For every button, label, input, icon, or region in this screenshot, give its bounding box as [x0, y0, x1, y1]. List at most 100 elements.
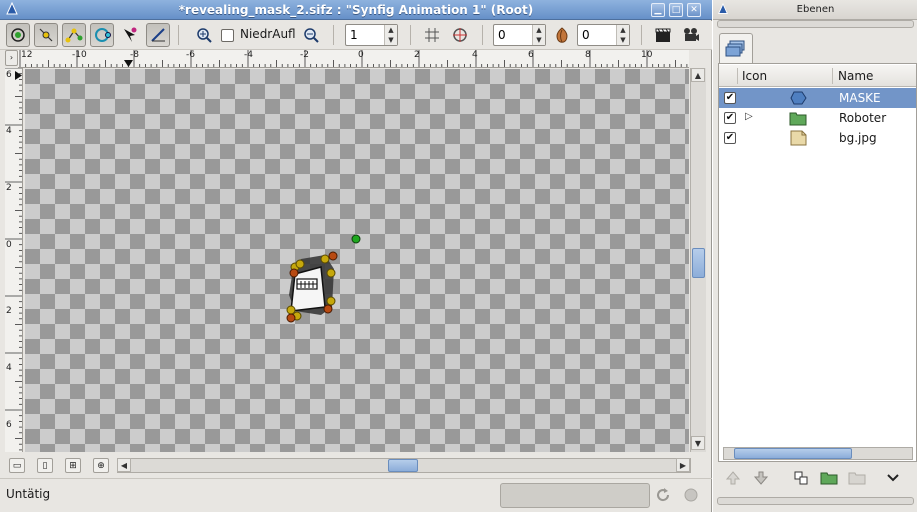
- onion-past-spinbox[interactable]: ▲▼: [493, 24, 546, 46]
- ruler-label: -8: [130, 50, 139, 60]
- ruler-label: 2: [414, 50, 420, 60]
- zoom-original-button[interactable]: ▯: [37, 458, 53, 473]
- ruler-label: 12: [21, 50, 33, 60]
- ruler-label: -4: [244, 50, 253, 60]
- vertex-handle[interactable]: [286, 313, 296, 323]
- vertical-ruler: 6 4 2 0 2 4 6: [5, 68, 23, 452]
- ungroup-layer-button[interactable]: [845, 467, 869, 489]
- vertical-scroll-thumb[interactable]: [692, 248, 705, 278]
- arrow-up-icon: [725, 471, 741, 485]
- vertex-handle[interactable]: [326, 296, 336, 306]
- refresh-icon[interactable]: [655, 487, 671, 503]
- more-options-button[interactable]: [881, 467, 905, 489]
- ruler-label: 0: [6, 240, 12, 250]
- canvas-horizontal-scrollbar[interactable]: ◀ ▶: [117, 458, 691, 473]
- region-icon: [790, 91, 807, 105]
- origin-handle[interactable]: [351, 234, 361, 244]
- zoom-to-fit-button[interactable]: ⊞: [65, 458, 81, 473]
- draw-tool-button[interactable]: [146, 23, 170, 47]
- vertex-handle[interactable]: [326, 268, 336, 278]
- minimize-button[interactable]: ▁: [651, 3, 665, 17]
- duplicate-layer-button[interactable]: [789, 467, 813, 489]
- preview-button[interactable]: [679, 23, 703, 47]
- toolbar-separator: [641, 25, 642, 45]
- page-icon: ▯: [42, 460, 48, 471]
- layer-visibility-checkbox[interactable]: ✔: [724, 92, 736, 104]
- transform-tool-icon: [11, 28, 25, 42]
- onion-skin-button[interactable]: [550, 23, 574, 47]
- vertex-handle[interactable]: [320, 254, 330, 264]
- layers-column-header: Icon Name: [719, 65, 916, 87]
- horizontal-ruler: 12 -10 -8 -6 -4 -2 0 2 4 6 8 10: [18, 50, 689, 68]
- work-area-canvas[interactable]: [25, 69, 689, 452]
- layers-titlebar[interactable]: Ebenen: [713, 0, 917, 20]
- render-button[interactable]: [651, 23, 675, 47]
- chevron-down-icon: [887, 474, 899, 482]
- lower-layer-button[interactable]: [749, 467, 773, 489]
- show-grid-button[interactable]: [420, 23, 444, 47]
- layers-tab[interactable]: [719, 33, 753, 63]
- show-guides-button[interactable]: [448, 23, 472, 47]
- canvas-toolbar: NiedrAufl ▲▼ ▲▼ ▲▼: [0, 21, 712, 50]
- mirror-tool-button[interactable]: [118, 23, 142, 47]
- layer-row-bg-jpg[interactable]: ✔ bg.jpg: [719, 128, 916, 148]
- lowres-checkbox[interactable]: [221, 29, 234, 42]
- column-divider: [832, 68, 833, 84]
- rotate-tool-button[interactable]: [90, 23, 114, 47]
- quality-spin-arrows[interactable]: ▲ ▼: [384, 25, 397, 45]
- vertex-handle[interactable]: [328, 251, 338, 261]
- layer-row-roboter[interactable]: ✔ ▷ Roboter: [719, 108, 916, 128]
- zoom-in-button[interactable]: [192, 23, 216, 47]
- vertex-handle[interactable]: [323, 304, 333, 314]
- scroll-left-arrow[interactable]: ◀: [117, 458, 131, 472]
- layers-horizontal-scrollbar[interactable]: [723, 447, 913, 460]
- transform-tool-button[interactable]: [6, 23, 30, 47]
- column-header-name[interactable]: Name: [838, 69, 873, 83]
- layer-name: MASKE: [839, 91, 881, 105]
- toolbar-separator: [482, 25, 483, 45]
- scroll-down-arrow[interactable]: ▼: [691, 436, 705, 450]
- scale-tool-button[interactable]: [62, 23, 86, 47]
- group-layer-button[interactable]: [817, 467, 841, 489]
- column-header-icon[interactable]: Icon: [742, 69, 767, 83]
- arrow-down-icon: [753, 471, 769, 485]
- width-tool-icon: [151, 28, 165, 42]
- zoom-out-icon: [304, 28, 319, 43]
- quality-spinbox[interactable]: ▲▼: [345, 24, 398, 46]
- vertex-handle[interactable]: [289, 268, 299, 278]
- onion-future-spin-arrows[interactable]: ▲ ▼: [616, 25, 629, 45]
- canvas-window-titlebar[interactable]: *revealing_mask_2.sifz : "Synfig Animati…: [0, 0, 712, 20]
- image-icon: [790, 130, 807, 146]
- ruler-corner-menu-button[interactable]: ›: [5, 50, 18, 66]
- ruler-label: 0: [358, 50, 364, 60]
- maximize-button[interactable]: □: [669, 3, 683, 17]
- folder-disabled-icon: [848, 472, 866, 485]
- onion-future-spinbox[interactable]: ▲▼: [577, 24, 630, 46]
- smooth-move-tool-button[interactable]: [34, 23, 58, 47]
- ruler-position-marker: [15, 71, 22, 80]
- ruler-label: 10: [641, 50, 653, 60]
- close-button[interactable]: ✕: [687, 3, 701, 17]
- horizontal-scroll-thumb[interactable]: [388, 459, 418, 472]
- canvas-vertical-scrollbar[interactable]: ▲ ▼: [690, 68, 706, 452]
- layers-list-panel: Icon Name ✔ MASKE ✔ ▷ Roboter ✔ bg.jpg: [718, 63, 917, 462]
- layer-visibility-checkbox[interactable]: ✔: [724, 112, 736, 124]
- layer-row-maske[interactable]: ✔ MASKE: [719, 88, 916, 108]
- layers-scroll-thumb[interactable]: [734, 448, 852, 459]
- minus-box-icon: ▭: [12, 460, 22, 471]
- zoom-fit-button[interactable]: ▭: [9, 458, 25, 473]
- vertex-handle[interactable]: [286, 305, 296, 315]
- scroll-up-arrow[interactable]: ▲: [691, 68, 705, 82]
- onion-past-spin-arrows[interactable]: ▲ ▼: [532, 25, 545, 45]
- stop-icon[interactable]: [683, 487, 699, 503]
- raise-layer-button[interactable]: [721, 467, 745, 489]
- zoom-plus-button[interactable]: ⊕: [93, 458, 109, 473]
- layers-bottom-handle[interactable]: [717, 497, 914, 505]
- ruler-position-marker: [124, 60, 133, 67]
- expand-arrow-icon[interactable]: ▷: [745, 111, 753, 122]
- layers-top-handle[interactable]: [717, 20, 914, 28]
- zoom-out-button[interactable]: [299, 23, 323, 47]
- scroll-right-arrow[interactable]: ▶: [676, 458, 690, 472]
- vertex-handle[interactable]: [295, 259, 305, 269]
- layer-visibility-checkbox[interactable]: ✔: [724, 132, 736, 144]
